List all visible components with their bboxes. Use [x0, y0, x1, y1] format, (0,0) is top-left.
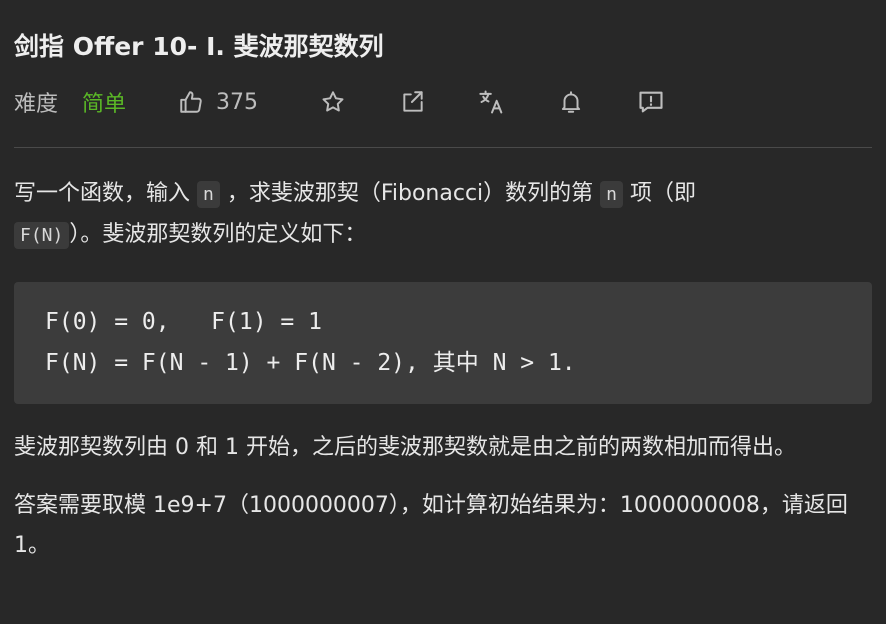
difficulty-badge: 简单 [82, 92, 127, 117]
like-count: 375 [216, 89, 258, 115]
code-block: F(0) = 0, F(1) = 1 F(N) = F(N - 1) + F(N… [14, 282, 872, 404]
difficulty-label: 难度 [14, 92, 59, 117]
divider [14, 147, 872, 148]
description-paragraph: 写一个函数，输入 n ，求斐波那契（Fibonacci）数列的第 n 项（即 F… [14, 174, 872, 256]
favorite-button[interactable] [316, 84, 350, 120]
inline-code: n [600, 181, 623, 208]
problem-meta-bar: 难度 简单 375 [14, 84, 874, 120]
translate-button[interactable] [475, 84, 509, 120]
problem-description: 写一个函数，输入 n ，求斐波那契（Fibonacci）数列的第 n 项（即 F… [14, 174, 872, 566]
notification-button[interactable] [554, 84, 588, 120]
text-segment: 写一个函数，输入 [14, 181, 197, 206]
code-line: F(0) = 0, F(1) = 1 [45, 309, 322, 335]
text-segment: ）。斐波那契数列的定义如下： [69, 222, 367, 247]
feedback-icon [639, 91, 663, 113]
text-segment: 项（即 [623, 181, 696, 206]
like-button[interactable]: 375 [178, 84, 258, 120]
description-paragraph: 答案需要取模 1e9+7（1000000007），如计算初始结果为：100000… [14, 493, 848, 558]
thumbs-up-icon [180, 91, 202, 113]
problem-title: 剑指 Offer 10- I. 斐波那契数列 [14, 32, 384, 61]
description-paragraph: 斐波那契数列由 0 和 1 开始，之后的斐波那契数就是由之前的两数相加而得出。 [14, 435, 796, 460]
inline-code: n [197, 181, 220, 208]
code-line: F(N) = F(N - 1) + F(N - 2), 其中 N > 1. [45, 350, 576, 376]
problem-page: 剑指 Offer 10- I. 斐波那契数列 难度 简单 375 写一个函数，输… [0, 0, 886, 624]
share-icon [403, 91, 423, 112]
inline-code: F(N) [14, 222, 70, 249]
feedback-button[interactable] [634, 84, 668, 120]
text-segment: ，求斐波那契（Fibonacci）数列的第 [219, 181, 601, 206]
share-button[interactable] [396, 84, 430, 120]
bell-icon [561, 91, 581, 113]
translate-icon [479, 90, 503, 114]
star-icon [322, 91, 344, 112]
